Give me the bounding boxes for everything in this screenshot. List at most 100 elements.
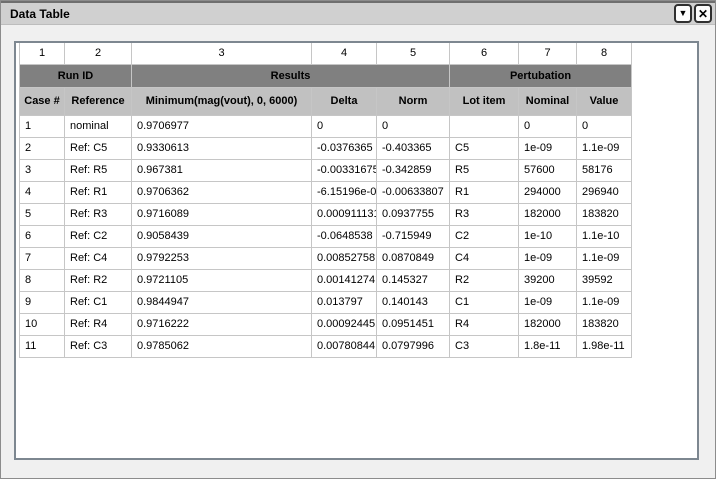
column-header-cell: Delta bbox=[312, 87, 377, 115]
table-cell[interactable]: R3 bbox=[450, 203, 519, 225]
table-cell[interactable]: 0.00141274 bbox=[312, 269, 377, 291]
table-cell[interactable]: Ref: R4 bbox=[65, 313, 132, 335]
collapse-button[interactable]: ▼ bbox=[674, 4, 692, 23]
table-cell[interactable]: 1.1e-09 bbox=[577, 137, 632, 159]
table-cell[interactable]: 183820 bbox=[577, 203, 632, 225]
table-cell[interactable]: 1.1e-09 bbox=[577, 247, 632, 269]
table-cell[interactable] bbox=[450, 115, 519, 137]
table-cell[interactable]: Ref: R1 bbox=[65, 181, 132, 203]
table-cell[interactable]: 0.9721105 bbox=[132, 269, 312, 291]
table-cell[interactable]: R5 bbox=[450, 159, 519, 181]
table-cell[interactable]: 296940 bbox=[577, 181, 632, 203]
table-cell[interactable]: 0 bbox=[519, 115, 577, 137]
table-cell[interactable]: 0.140143 bbox=[377, 291, 450, 313]
table-cell[interactable]: 9 bbox=[20, 291, 65, 313]
table-cell[interactable]: 183820 bbox=[577, 313, 632, 335]
table-cell[interactable]: Ref: C5 bbox=[65, 137, 132, 159]
table-cell[interactable]: 0.9716089 bbox=[132, 203, 312, 225]
table-cell[interactable]: 0.9058439 bbox=[132, 225, 312, 247]
table-cell[interactable]: 4 bbox=[20, 181, 65, 203]
table-cell[interactable]: 0.9706362 bbox=[132, 181, 312, 203]
table-cell[interactable]: 8 bbox=[20, 269, 65, 291]
table-cell[interactable]: 0.0951451 bbox=[377, 313, 450, 335]
table-cell[interactable]: 1e-10 bbox=[519, 225, 577, 247]
table-cell[interactable]: 3 bbox=[20, 159, 65, 181]
table-cell[interactable]: 1.1e-10 bbox=[577, 225, 632, 247]
table-cell[interactable]: -0.342859 bbox=[377, 159, 450, 181]
table-cell[interactable]: 58176 bbox=[577, 159, 632, 181]
table-cell[interactable]: 0 bbox=[312, 115, 377, 137]
table-cell[interactable]: 6 bbox=[20, 225, 65, 247]
table-cell[interactable]: 11 bbox=[20, 335, 65, 357]
table-cell[interactable]: 7 bbox=[20, 247, 65, 269]
table-row: 1nominal0.97069770000 bbox=[20, 115, 632, 137]
table-cell[interactable]: 0.9330613 bbox=[132, 137, 312, 159]
table-cell[interactable]: 39592 bbox=[577, 269, 632, 291]
table-cell[interactable]: 10 bbox=[20, 313, 65, 335]
table-row: 2Ref: C50.9330613-0.0376365-0.403365C51e… bbox=[20, 137, 632, 159]
table-cell[interactable]: -0.715949 bbox=[377, 225, 450, 247]
table-cell[interactable]: 0.0937755 bbox=[377, 203, 450, 225]
table-cell[interactable]: 182000 bbox=[519, 313, 577, 335]
table-cell[interactable]: -0.0376365 bbox=[312, 137, 377, 159]
table-cell[interactable]: 57600 bbox=[519, 159, 577, 181]
table-cell[interactable]: 0.00852758 bbox=[312, 247, 377, 269]
table-cell[interactable]: 1e-09 bbox=[519, 247, 577, 269]
table-cell[interactable]: 0.145327 bbox=[377, 269, 450, 291]
table-cell[interactable]: 39200 bbox=[519, 269, 577, 291]
table-cell[interactable]: 0.013797 bbox=[312, 291, 377, 313]
table-cell[interactable]: R2 bbox=[450, 269, 519, 291]
data-table-panel: 12345678 Run IDResultsPertubation Case #… bbox=[14, 41, 699, 460]
table-cell[interactable]: C1 bbox=[450, 291, 519, 313]
table-cell[interactable]: 0.000924451 bbox=[312, 313, 377, 335]
group-header-cell: Run ID bbox=[20, 64, 132, 87]
table-cell[interactable]: 0.000911131 bbox=[312, 203, 377, 225]
table-cell[interactable]: 1 bbox=[20, 115, 65, 137]
table-cell[interactable]: 0.00780844 bbox=[312, 335, 377, 357]
table-cell[interactable]: C3 bbox=[450, 335, 519, 357]
title-bar[interactable]: Data Table ▼ ✕ bbox=[1, 1, 715, 25]
table-cell[interactable]: 1.8e-11 bbox=[519, 335, 577, 357]
table-cell[interactable]: -0.0648538 bbox=[312, 225, 377, 247]
table-cell[interactable]: 0.0870849 bbox=[377, 247, 450, 269]
table-cell[interactable]: 1e-09 bbox=[519, 137, 577, 159]
table-cell[interactable]: Ref: R5 bbox=[65, 159, 132, 181]
table-cell[interactable]: 0.9844947 bbox=[132, 291, 312, 313]
table-cell[interactable]: 0.9785062 bbox=[132, 335, 312, 357]
table-cell[interactable]: Ref: C2 bbox=[65, 225, 132, 247]
table-cell[interactable]: -0.403365 bbox=[377, 137, 450, 159]
table-cell[interactable]: 2 bbox=[20, 137, 65, 159]
table-cell[interactable]: 0 bbox=[577, 115, 632, 137]
table-cell[interactable]: 0 bbox=[377, 115, 450, 137]
column-header-cell: Value bbox=[577, 87, 632, 115]
table-cell[interactable]: Ref: C1 bbox=[65, 291, 132, 313]
table-cell[interactable]: 0.9716222 bbox=[132, 313, 312, 335]
table-cell[interactable]: -6.15196e-05 bbox=[312, 181, 377, 203]
table-cell[interactable]: -0.00633807 bbox=[377, 181, 450, 203]
table-cell[interactable]: 0.9706977 bbox=[132, 115, 312, 137]
column-number-cell: 1 bbox=[20, 43, 65, 64]
close-button[interactable]: ✕ bbox=[694, 4, 712, 23]
column-number-cell: 8 bbox=[577, 43, 632, 64]
table-cell[interactable]: 1.98e-11 bbox=[577, 335, 632, 357]
table-cell[interactable]: Ref: R2 bbox=[65, 269, 132, 291]
table-cell[interactable]: R1 bbox=[450, 181, 519, 203]
table-cell[interactable]: 294000 bbox=[519, 181, 577, 203]
table-cell[interactable]: 1e-09 bbox=[519, 291, 577, 313]
table-cell[interactable]: 182000 bbox=[519, 203, 577, 225]
table-cell[interactable]: R4 bbox=[450, 313, 519, 335]
table-cell[interactable]: C2 bbox=[450, 225, 519, 247]
group-header-cell: Pertubation bbox=[450, 64, 632, 87]
table-cell[interactable]: 0.967381 bbox=[132, 159, 312, 181]
table-cell[interactable]: 0.0797996 bbox=[377, 335, 450, 357]
table-cell[interactable]: Ref: C3 bbox=[65, 335, 132, 357]
table-cell[interactable]: 5 bbox=[20, 203, 65, 225]
table-cell[interactable]: C5 bbox=[450, 137, 519, 159]
table-cell[interactable]: -0.00331675 bbox=[312, 159, 377, 181]
table-cell[interactable]: Ref: R3 bbox=[65, 203, 132, 225]
table-cell[interactable]: 0.9792253 bbox=[132, 247, 312, 269]
table-cell[interactable]: Ref: C4 bbox=[65, 247, 132, 269]
table-cell[interactable]: nominal bbox=[65, 115, 132, 137]
table-cell[interactable]: C4 bbox=[450, 247, 519, 269]
table-cell[interactable]: 1.1e-09 bbox=[577, 291, 632, 313]
